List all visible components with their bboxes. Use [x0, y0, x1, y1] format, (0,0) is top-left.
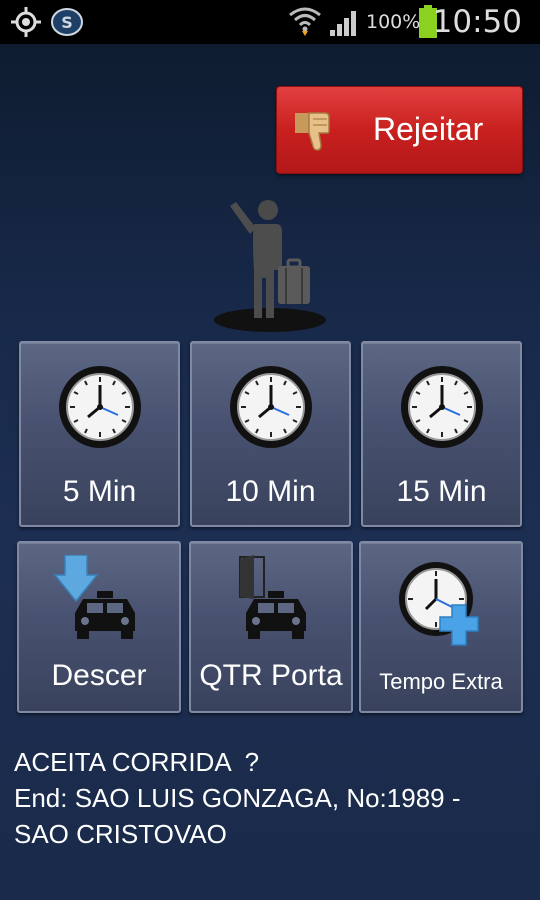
5-min-label: 5 Min [62, 475, 137, 508]
battery-percent: 100% [366, 11, 421, 33]
wifi-icon [288, 5, 322, 42]
qtr-porta-label: QTR Porta [199, 659, 343, 692]
qtr-porta-button[interactable]: QTR Porta [189, 541, 353, 713]
tempo-extra-label: Tempo Extra [379, 669, 503, 694]
thumbs-down-icon [289, 109, 337, 158]
hailing-passenger-icon [214, 198, 326, 339]
5-min-button[interactable]: 5 Min [19, 341, 180, 527]
status-bar: S 100% 10:50 [0, 0, 540, 44]
clock-icon [400, 365, 484, 454]
taxi-door-icon [226, 555, 316, 646]
ride-request-message: ACEITA CORRIDA ? End: SAO LUIS GONZAGA, … [14, 744, 524, 852]
clock-time: 10:50 [432, 4, 522, 40]
reject-button-label: Rejeitar [373, 111, 484, 147]
message-address-line1: End: SAO LUIS GONZAGA, No:1989 - [14, 783, 461, 813]
clock-plus-icon [398, 561, 484, 652]
15-min-label: 15 Min [396, 475, 487, 508]
taxi-drop-off-icon [53, 554, 137, 646]
signal-icon [328, 6, 362, 43]
message-address-line2: SAO CRISTOVAO [14, 819, 227, 849]
10-min-button[interactable]: 10 Min [190, 341, 351, 527]
clock-icon [229, 365, 313, 454]
app-notification-icon: S [50, 7, 84, 42]
descer-button[interactable]: Descer [17, 541, 181, 713]
reject-button[interactable]: Rejeitar [276, 86, 523, 174]
clock-icon [58, 365, 142, 454]
tempo-extra-button[interactable]: Tempo Extra [359, 541, 523, 713]
15-min-button[interactable]: 15 Min [361, 341, 522, 527]
message-question: ACEITA CORRIDA ? [14, 747, 260, 777]
gps-icon [10, 6, 42, 43]
descer-label: Descer [51, 659, 147, 692]
10-min-label: 10 Min [225, 475, 316, 508]
svg-text:S: S [61, 13, 73, 32]
